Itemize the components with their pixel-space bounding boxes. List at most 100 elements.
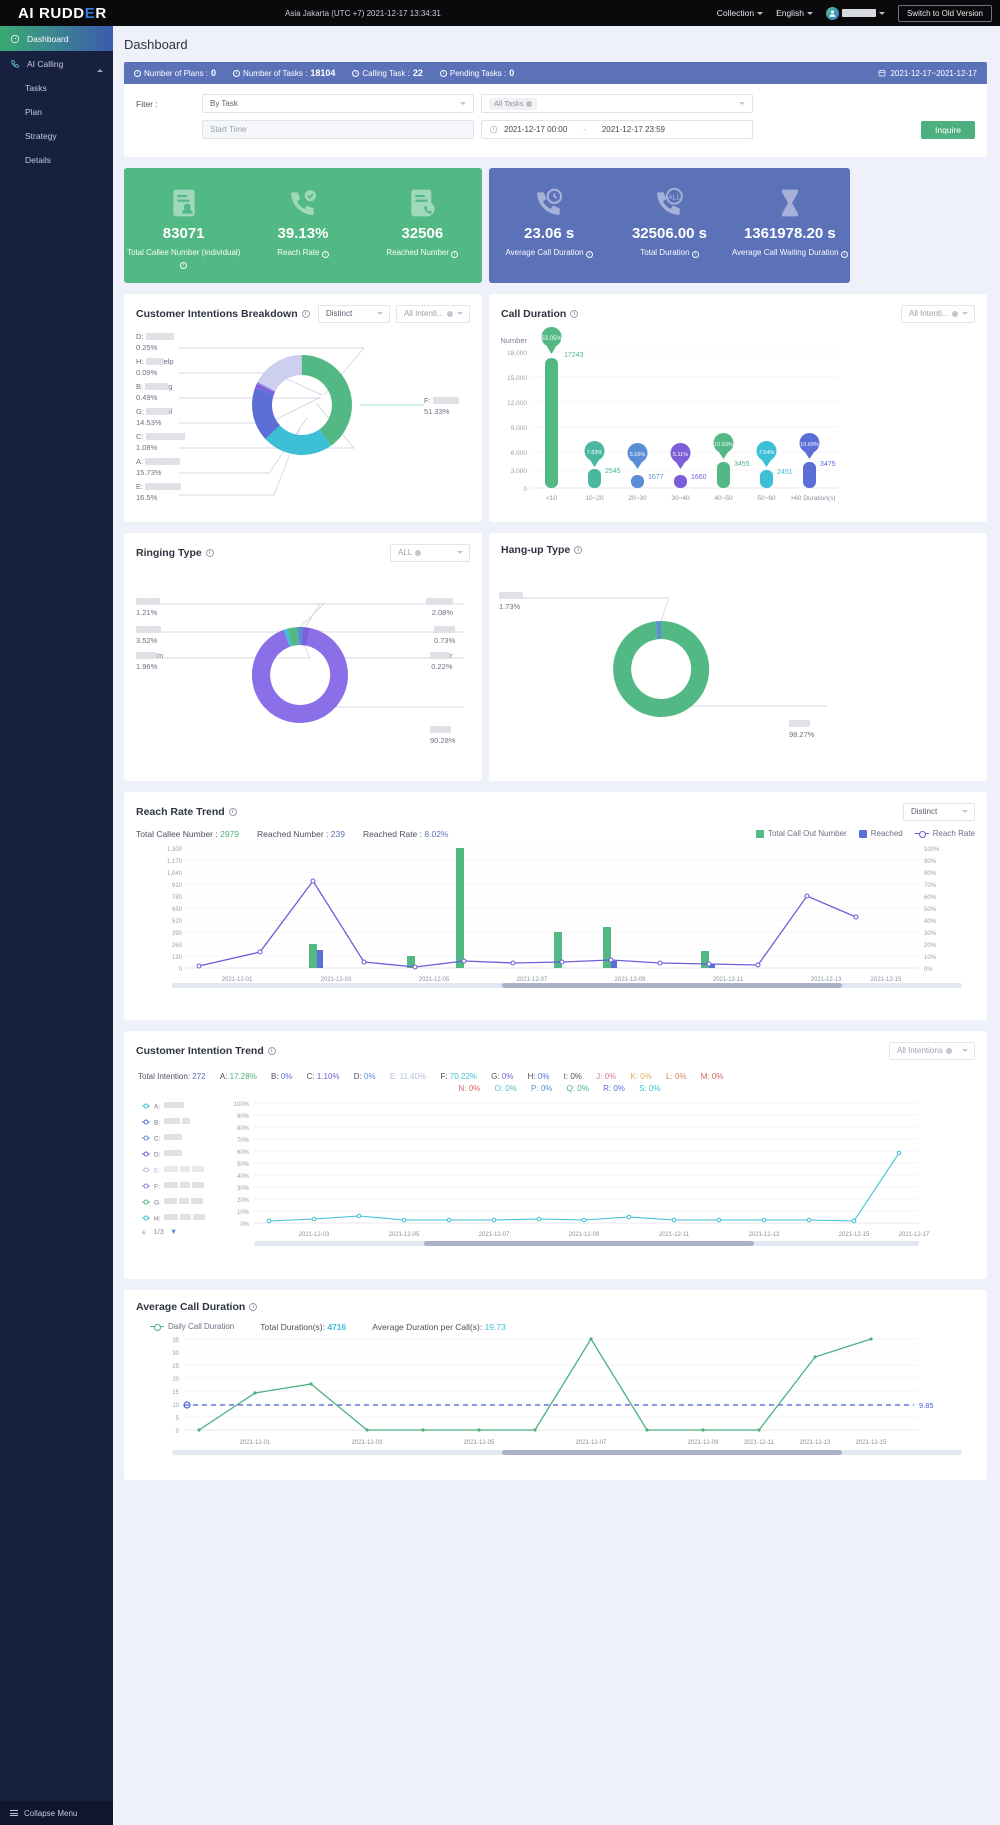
info-icon[interactable]: i — [439, 69, 447, 77]
call-duration-bar-chart: Number 18,000 15,000 12,000 9,000 6,000 … — [489, 323, 987, 509]
card-header: Reach Rate Trend i Distinct — [124, 792, 987, 821]
info-icon[interactable]: i — [570, 309, 579, 318]
phone-check-icon — [243, 183, 362, 223]
sidebar-item-plan[interactable]: Plan — [0, 100, 113, 124]
sidebar: Dashboard AI Calling Tasks Plan Strategy… — [0, 26, 113, 1825]
collection-menu[interactable]: Collection — [717, 8, 764, 18]
intent-o: O: 0% — [494, 1083, 517, 1093]
legend-row-g: G: — [142, 1197, 203, 1206]
chart-scrollbar[interactable] — [172, 982, 962, 988]
sidebar-item-dashboard[interactable]: Dashboard — [0, 26, 113, 51]
card-title: Hang-up Type i — [501, 544, 583, 556]
legend-row-b: B: — [142, 1117, 190, 1126]
clear-icon[interactable] — [415, 549, 422, 556]
avatar — [825, 6, 839, 20]
legend-total-call-out[interactable]: Total Call Out Number — [756, 829, 847, 838]
legend-daily-call-duration[interactable]: Daily Call Duration — [150, 1322, 234, 1331]
chevron-down-icon — [878, 11, 885, 15]
svg-text:0: 0 — [523, 486, 527, 493]
info-icon[interactable]: i — [180, 261, 188, 269]
card-title: Customer Intention Trend i — [136, 1045, 276, 1057]
clock-icon — [489, 125, 498, 134]
svg-text:2021-12-03: 2021-12-03 — [299, 1232, 330, 1238]
chart-scrollbar[interactable] — [254, 1240, 919, 1246]
kpi-reached-number: 32506 Reached Number i — [363, 183, 482, 270]
inquire-button[interactable]: Inquire — [921, 120, 975, 139]
all-tasks-tag[interactable]: All Tasks — [489, 97, 538, 110]
svg-text:18,000: 18,000 — [507, 350, 527, 357]
filter-icon[interactable]: ▼ — [170, 1227, 177, 1236]
intentions-filter-select[interactable]: All Intenti... — [396, 304, 470, 323]
task-select[interactable]: All Tasks — [481, 94, 753, 113]
sidebar-item-strategy[interactable]: Strategy — [0, 124, 113, 148]
user-menu[interactable] — [825, 6, 885, 20]
close-icon[interactable] — [526, 100, 533, 107]
intent-h: H: 0% — [527, 1071, 550, 1081]
chart-scrollbar[interactable] — [172, 1449, 962, 1455]
info-icon[interactable]: i — [249, 1302, 258, 1311]
info-icon[interactable]: i — [691, 251, 699, 258]
info-icon[interactable]: i — [585, 251, 593, 258]
start-time-input[interactable]: Start Time — [202, 120, 474, 139]
info-icon[interactable]: i — [321, 251, 329, 258]
summary-plans-label: Number of Plans : — [144, 68, 209, 78]
svg-text:A:: A: — [154, 1103, 160, 1110]
distinct-select[interactable]: Distinct — [903, 802, 975, 821]
intentions-label-b: B: g 0.49% — [136, 381, 173, 402]
language-menu[interactable]: English — [776, 8, 813, 18]
svg-text:2021-12-13: 2021-12-13 — [800, 1440, 831, 1446]
kpi-label: Average Call Waiting Duration i — [730, 248, 850, 259]
filter-type-select[interactable]: By Task — [202, 94, 474, 113]
svg-text:3455: 3455 — [734, 461, 750, 468]
info-icon[interactable]: i — [301, 309, 310, 318]
info-icon[interactable]: i — [840, 251, 848, 258]
svg-text:1,040: 1,040 — [167, 871, 183, 877]
info-icon[interactable]: i — [205, 548, 214, 557]
info-icon[interactable]: i — [352, 69, 360, 77]
kpi-label: Reach Rate i — [243, 248, 362, 259]
intent-f: F: 70.22% — [440, 1071, 477, 1081]
svg-text:10%: 10% — [237, 1210, 250, 1216]
sidebar-item-tasks[interactable]: Tasks — [0, 76, 113, 100]
sidebar-item-details[interactable]: Details — [0, 148, 113, 172]
sidebar-item-ai-calling[interactable]: AI Calling — [0, 51, 113, 76]
info-icon[interactable]: i — [228, 807, 237, 816]
svg-text:9.85: 9.85 — [919, 1401, 934, 1410]
clear-icon[interactable] — [945, 1047, 952, 1054]
distinct-select[interactable]: Distinct — [318, 304, 390, 323]
svg-text:Number: Number — [500, 336, 527, 345]
info-icon[interactable]: i — [134, 69, 141, 77]
legend-row-h: H: — [142, 1213, 205, 1222]
page-up-icon[interactable]: ▲ — [140, 1227, 147, 1236]
svg-text:90%: 90% — [924, 859, 937, 865]
svg-text:2545: 2545 — [605, 468, 621, 475]
summary-tasks-label: Number of Tasks : — [243, 68, 308, 78]
ringing-type-select[interactable]: ALL — [390, 543, 470, 562]
summary-calling-value: 22 — [412, 68, 423, 78]
date-range-picker[interactable]: 2021-12-17 00:00 - 2021-12-17 23:59 — [481, 120, 753, 139]
info-icon[interactable]: i — [267, 1046, 276, 1055]
collapse-menu-label: Collapse Menu — [24, 1808, 78, 1818]
kpi-value: 83071 — [162, 225, 205, 242]
svg-text:1660: 1660 — [691, 474, 707, 481]
info-icon[interactable]: i — [233, 69, 241, 77]
legend-reached[interactable]: Reached — [858, 829, 903, 838]
info-icon[interactable]: i — [574, 545, 583, 554]
info-icon[interactable]: i — [451, 251, 459, 258]
hangup-label-1: 1.73% — [499, 590, 523, 613]
top-bar: AI RUDDER Asia Jakarta (UTC +7) 2021-12-… — [0, 0, 1000, 26]
all-intentions-select[interactable]: All Intentions — [889, 1041, 975, 1060]
intentions-filter-select[interactable]: All Intenti... — [901, 304, 975, 323]
svg-text:10%: 10% — [924, 955, 937, 961]
collapse-menu-button[interactable]: Collapse Menu — [0, 1801, 113, 1825]
card-controls: Distinct All Intenti... — [318, 304, 470, 323]
intent-r: R: 0% — [603, 1083, 625, 1093]
clear-icon[interactable] — [446, 310, 453, 317]
legend-row-a: A: — [142, 1101, 184, 1110]
legend-reach-rate[interactable]: Reach Rate — [914, 829, 975, 838]
svg-text:60%: 60% — [924, 895, 937, 901]
intention-totals-row2: N: 0% O: 0% P: 0% Q: 0% R: 0% S: 0% — [124, 1084, 987, 1093]
card-controls: Distinct — [903, 802, 975, 821]
clear-icon[interactable] — [951, 310, 958, 317]
switch-to-old-version-button[interactable]: Switch to Old Version — [897, 4, 992, 22]
